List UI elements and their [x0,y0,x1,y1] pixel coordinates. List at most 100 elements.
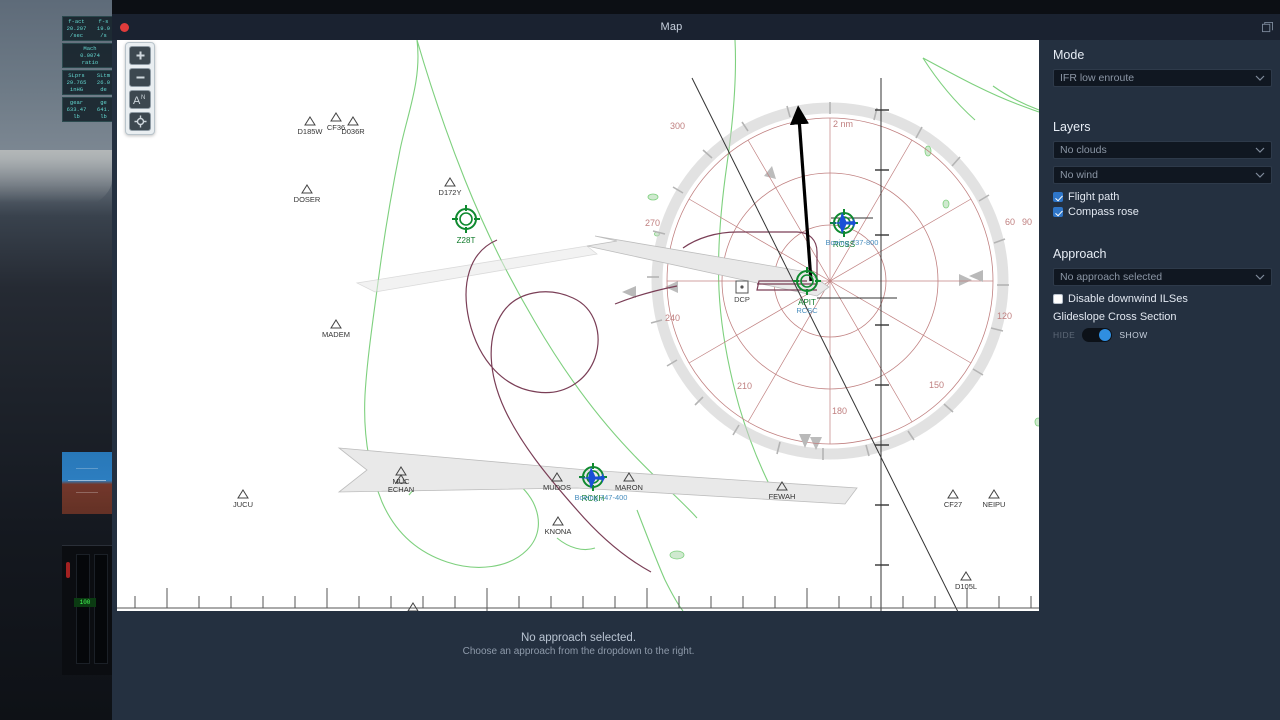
airway-corridors [337,235,858,505]
primary-flight-display [62,452,112,514]
approach-dropdown-value: No approach selected [1060,271,1163,283]
waypoint-marker[interactable]: DOSER [294,184,321,204]
cockpit-control-panel: 100 [62,545,112,675]
bearing-label: 60 [1005,217,1015,227]
map-toolbar[interactable]: A N [125,42,155,135]
flight-path-checkbox-row[interactable]: Flight path [1053,191,1272,203]
navaid-label: DCP [734,295,750,304]
chevron-down-icon [1255,274,1265,280]
approach-dropdown[interactable]: No approach selected [1053,268,1272,286]
bearing-label: 210 [737,381,752,391]
course-ticks [875,109,889,566]
waypoint-label: D036R [341,127,365,136]
window-body: 60 300 270 240 210 180 150 120 90 2 nm D… [112,40,1280,720]
glideslope-toggle-row[interactable]: HIDE SHOW [1053,328,1272,342]
toggle-knob [1099,329,1112,341]
bearing-label: 240 [665,313,680,323]
waypoint-marker[interactable]: CF27 [944,489,962,509]
waypoint-marker[interactable]: D036R [341,116,365,136]
flight-path-checkbox[interactable] [1053,192,1063,202]
hud-label: gear [69,99,84,106]
navaid-marker[interactable]: DCP [734,280,750,304]
navaid-layer: DCP [734,280,750,304]
clouds-dropdown[interactable]: No clouds [1053,141,1272,159]
waypoint-marker[interactable]: D105L [955,571,977,591]
compass-rose-checkbox-row[interactable]: Compass rose [1053,206,1272,218]
zoom-out-button[interactable] [129,68,151,87]
hud-label: ge [100,99,107,106]
waypoint-label: MARON [615,483,643,492]
bearing-label: 120 [997,311,1012,321]
waypoint-marker[interactable]: NEIPU [983,489,1006,509]
hud-label: f-act [68,18,85,25]
approach-status-title: No approach selected. [520,632,637,644]
bearing-label: 270 [645,218,660,228]
map-canvas[interactable]: 60 300 270 240 210 180 150 120 90 2 nm D… [117,40,1039,611]
airport-marker[interactable]: Z28T [452,205,480,245]
map-graphics: 60 300 270 240 210 180 150 120 90 2 nm D… [117,40,1039,611]
mode-dropdown-value: IFR low enroute [1060,72,1135,84]
compass-rose-checkbox[interactable] [1053,207,1063,217]
mode-dropdown[interactable]: IFR low enroute [1053,69,1272,87]
waypoint-label: KNONA [545,527,572,536]
hud-row-gear-load: gear 633.47 lb ge 641. lb [62,97,118,122]
bearing-label: 180 [832,406,847,416]
window-title: Map [660,21,683,33]
hud-unit: inHG [69,86,84,93]
waypoint-marker[interactable]: MADEM [322,319,350,339]
hud-value: 641. [96,106,111,113]
hud-value: 29.765 [66,79,87,86]
layers-section-title: Layers [1053,120,1091,134]
waypoint-marker[interactable]: KNONA [545,516,572,536]
bearing-label: 90 [1022,217,1032,227]
coastline-layer [364,40,1039,611]
waypoint-label: ECHAN [388,485,414,494]
disable-ils-label: Disable downwind ILSes [1068,293,1188,305]
svg-text:N: N [141,95,145,101]
waypoint-marker[interactable]: D185W [297,116,323,136]
hud-row-mach: Mach 0.0074 ratio [62,43,118,68]
waypoint-label: NEIPU [983,500,1006,509]
toggle-show-label: SHOW [1119,330,1148,340]
flight-path-label: Flight path [1068,191,1120,203]
waypoint-label: FEWAH [769,492,796,501]
hud-row-sea-level: SLprs 29.765 inHG SLtm 26.0 de [62,70,118,95]
glideslope-toggle[interactable] [1082,328,1113,342]
approach-section-title: Approach [1053,247,1107,261]
wind-dropdown-value: No wind [1060,169,1098,181]
zoom-in-button[interactable] [129,46,151,65]
chevron-down-icon [1255,147,1265,153]
range-ring-label: 2 nm [833,119,853,129]
clouds-dropdown-value: No clouds [1060,144,1107,156]
waypoint-marker[interactable]: KYLOE [400,602,425,611]
restore-window-icon[interactable] [1254,14,1280,40]
hud-label: SLprs [68,72,85,79]
waypoint-label: D185W [297,127,323,136]
center-aircraft-button[interactable] [129,112,151,131]
disable-ils-checkbox-row[interactable]: Disable downwind ILSes [1053,293,1272,305]
waypoint-marker[interactable]: D172Y [439,177,462,197]
waypoint-label: MADEM [322,330,350,339]
window-titlebar: Map [112,14,1280,40]
hud-value: 633.47 [66,106,87,113]
wind-dropdown[interactable]: No wind [1053,166,1272,184]
track-vector [789,105,813,282]
hud-value: 26.0 [96,79,111,86]
hud-value: 0.0074 [80,52,100,59]
chevron-down-icon [1255,75,1265,81]
waypoint-label: CF27 [944,500,962,509]
hud-unit: ratio [81,59,99,66]
compass-rose-label: Compass rose [1068,206,1139,218]
airport-sublabel: RCSC [796,306,818,315]
hud-label: SLtm [96,72,111,79]
north-up-button[interactable]: A N [129,90,151,109]
waypoint-label: JUCU [233,500,253,509]
glideslope-label: Glideslope Cross Section [1053,311,1177,323]
hud-unit: lb [73,113,80,120]
map-scale-ruler [117,588,1039,611]
toggle-hide-label: HIDE [1053,330,1076,340]
disable-ils-checkbox[interactable] [1053,294,1063,304]
hud-value: 20.207 [66,25,87,32]
waypoint-marker[interactable]: JUCU [233,489,253,509]
bearing-label: 300 [670,121,685,131]
